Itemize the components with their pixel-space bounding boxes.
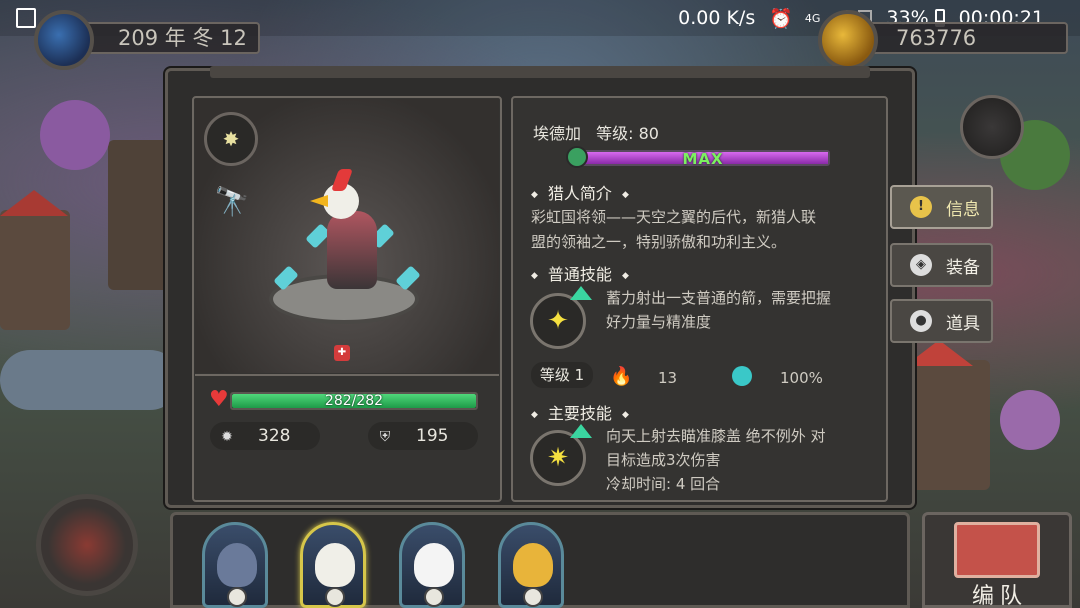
panel-divider (195, 374, 499, 376)
background-tree (40, 100, 110, 170)
normal-skill-title: 普通技能 (531, 261, 629, 285)
hero-name-row: 埃德加 等级: 80 (533, 120, 866, 144)
hero-body (327, 211, 377, 289)
tab-equipment-label: 装备 (946, 257, 980, 278)
team-icon (954, 522, 1040, 578)
class-tag-icon (325, 587, 345, 607)
hero-slot-boar[interactable] (202, 522, 268, 608)
team-formation-label: 编队 (972, 584, 1029, 608)
tab-info-label: 信息 (946, 199, 980, 220)
bag-icon: ● (910, 310, 932, 332)
background-path (0, 350, 180, 410)
info-icon: ! (910, 196, 932, 218)
gold-amount: 763776 (896, 26, 977, 50)
hunter-class-icon[interactable]: ✸ (204, 112, 258, 166)
hero-name: 埃德加 (533, 124, 582, 143)
bio-line-2: 盟的领袖之一，特别骄傲和功利主义。 (531, 233, 787, 251)
defense-value: 195 (416, 426, 449, 446)
main-skill-desc-1: 向天上射去瞄准膝盖 绝不例外 对 (606, 427, 826, 445)
skill-level: 等级 1 (531, 362, 593, 388)
hero-beak (310, 195, 328, 207)
fire-icon: 🔥 (610, 366, 633, 387)
armor-icon: ◈ (910, 254, 932, 276)
main-skill-icon[interactable]: ✷ (530, 430, 586, 486)
eagle-portrait (315, 543, 355, 587)
normal-skill-desc-2: 好力量与精准度 (606, 313, 712, 331)
class-tag-icon (523, 587, 543, 607)
skill-upgrade-icon[interactable] (570, 286, 592, 300)
defense-stat: ⛨ 195 (368, 422, 478, 450)
attack-icon: ✹ (221, 429, 233, 445)
normal-skill-desc-1: 蓄力射出一支普通的箭，需要把握 (606, 289, 832, 307)
attack-stat: ✹ 328 (210, 422, 320, 450)
leopard-portrait (513, 543, 553, 587)
tab-items-label: 道具 (946, 313, 980, 334)
xp-bar: MAX (576, 150, 830, 168)
skill-upgrade-icon[interactable] (570, 424, 592, 438)
town-map-button[interactable] (36, 494, 138, 596)
wolf-emblem-icon[interactable] (960, 95, 1024, 159)
gold-coin-icon[interactable] (818, 10, 878, 70)
hero-slot-leopard[interactable] (498, 522, 564, 608)
window-top-trim (210, 66, 870, 78)
boar-portrait (217, 543, 257, 587)
season-orb-icon[interactable] (34, 10, 94, 70)
hero-slot-bear[interactable] (399, 522, 465, 608)
level-gem-icon (566, 146, 588, 168)
tab-equipment[interactable]: ◈ 装备 (890, 243, 993, 287)
bio-line-1: 彩虹国将领——天空之翼的后代，新猎人联 (531, 208, 817, 226)
hero-level: 等级: 80 (596, 124, 659, 143)
normal-skill-icon[interactable]: ✦ (530, 293, 586, 349)
telescope-icon[interactable]: 🔭 (206, 178, 258, 224)
hp-bar: 282/282 (230, 392, 478, 410)
class-tag-icon (227, 587, 247, 607)
background-roof (905, 340, 973, 366)
bear-portrait (414, 543, 454, 587)
tab-info[interactable]: ! 信息 (890, 185, 993, 229)
skill-damage-value: 13 (658, 369, 678, 387)
background-house (0, 210, 70, 330)
alarm-icon: ⏰ (769, 7, 793, 30)
class-tag-icon (424, 587, 444, 607)
network-speed: 0.00 K/s (678, 7, 756, 29)
main-skill-cooldown: 冷却时间: 4 回合 (606, 475, 721, 493)
background-tree (1000, 390, 1060, 450)
bio-title: 猎人简介 (531, 180, 629, 204)
hero-slot-eagle[interactable] (300, 522, 366, 608)
main-skill-title: 主要技能 (531, 400, 629, 424)
attack-value: 328 (258, 426, 291, 446)
shield-icon: ⛨ (379, 429, 391, 445)
background-roof (0, 190, 68, 216)
network-type: 4G (804, 11, 821, 25)
tab-items[interactable]: ● 道具 (890, 299, 993, 343)
hp-text: 282/282 (324, 393, 384, 409)
faction-badge-icon: ✚ (334, 345, 350, 361)
date-text: 209 年 冬 12 (118, 26, 247, 50)
accuracy-icon (732, 366, 752, 386)
xp-max-label: MAX (682, 150, 724, 168)
main-skill-desc-2: 目标造成3次伤害 (606, 451, 721, 469)
gallery-icon (16, 8, 36, 28)
skill-accuracy-value: 100% (780, 369, 823, 387)
